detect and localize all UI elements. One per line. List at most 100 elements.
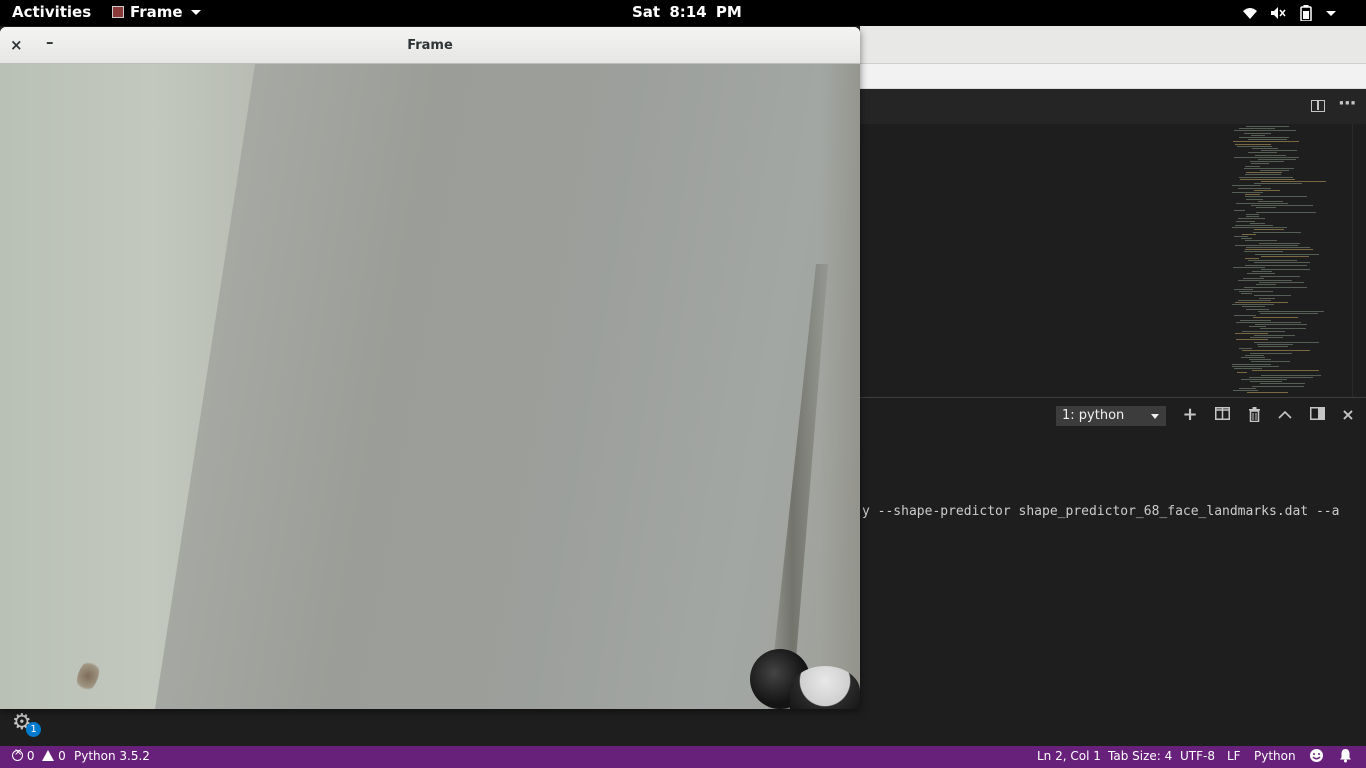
system-tray[interactable] [1242,5,1336,21]
minimap-line [1232,192,1263,193]
terminal-panel[interactable] [860,397,1366,746]
minimap-line [1247,392,1288,394]
minimap-line [1255,154,1286,156]
minimap-line [1255,253,1319,255]
minimap-line [1232,304,1274,306]
minimap-line [1260,313,1318,314]
python-interpreter[interactable]: Python 3.5.2 [74,749,150,763]
minimap-line [1236,321,1301,323]
minimap-line [1239,137,1289,138]
minimap-line [1241,238,1252,240]
minimap-line [1246,214,1259,215]
minimap-line [1232,185,1261,187]
minimap-line [1255,324,1307,325]
minimap-line [1249,326,1266,328]
notification-badge: 1 [26,722,41,737]
app-menu[interactable]: Frame [112,3,201,21]
minimap-line [1261,255,1309,257]
split-terminal-button[interactable] [1214,407,1230,423]
minimap-line [1244,132,1271,134]
minimap-line [1259,297,1275,299]
problems-indicator[interactable]: 0 0 [12,747,66,763]
camera-fan-cap [790,666,860,709]
minimap-line [1234,288,1253,290]
terminal-select-label: 1: python [1062,408,1125,423]
frame-window[interactable]: × – Frame [0,27,860,709]
minimap-line [1234,368,1262,369]
vscode-titlebar [860,26,1366,64]
warning-icon [42,750,55,761]
minimap-line [1241,379,1287,380]
volume-muted-icon [1271,7,1286,19]
minimap-line [1236,203,1288,204]
cursor-position[interactable]: Ln 2, Col 1 [1037,749,1101,763]
minimap-line [1246,126,1289,127]
minimap-line [1249,376,1313,378]
minimap-line [1234,315,1256,317]
editor-scrollbar[interactable] [1352,124,1366,397]
new-terminal-button[interactable]: + [1182,406,1198,424]
minimap-line [1261,150,1297,152]
more-actions-icon[interactable]: ··· [1338,93,1356,114]
activities-button[interactable]: Activities [12,3,91,21]
line-ending[interactable]: LF [1227,749,1241,763]
clock[interactable]: Sat 8:14 PM [632,3,742,21]
minimap-line [1236,339,1268,341]
minimap-line [1256,284,1276,286]
frame-window-title: Frame [407,38,453,53]
minimap-line [1240,319,1271,321]
minimap-line [1250,381,1282,383]
bell-icon[interactable] [1339,748,1352,766]
minimap-line [1254,189,1280,191]
terminal-select[interactable]: 1: python [1056,406,1166,426]
minimap-line [1234,130,1296,132]
minimap-line [1250,337,1283,339]
close-panel-button[interactable]: × [1340,407,1356,423]
smiley-icon[interactable] [1309,748,1324,766]
camera-feed [0,64,860,709]
minimap-line [1245,249,1313,251]
minimap-line [1260,170,1289,171]
minimap-line [1239,176,1293,178]
minimap-line [1245,194,1260,196]
split-editor-icon[interactable] [1311,100,1325,112]
minimap-line [1245,165,1260,167]
minimap-line [1234,236,1248,237]
minimap-line [1261,374,1321,376]
minimap-line [1248,260,1297,262]
minimap-line [1251,205,1313,207]
vscode-menubar [860,64,1366,89]
language-mode[interactable]: Python [1254,749,1296,763]
minimap-line [1238,280,1292,281]
gnome-top-bar: Activities Frame Sat 8:14 PM [0,0,1366,26]
chevron-down-icon [1326,10,1336,16]
minimap-line [1234,209,1245,211]
minimap-line [1235,244,1298,246]
error-count: 0 [26,749,35,763]
minimap-line [1248,139,1287,141]
minimap-line [1245,196,1307,198]
minimap-line [1232,365,1279,367]
minimap-line [1250,161,1284,163]
minimap-line [1254,335,1295,336]
minimap-line [1246,247,1310,248]
warning-count: 0 [58,749,66,763]
toggle-panel-icon[interactable] [1309,407,1325,423]
trash-icon[interactable] [1246,407,1262,423]
minimap-line [1250,352,1292,354]
minimap-line [1237,145,1272,147]
minimap-line [1254,341,1319,343]
maximize-panel-button[interactable] [1277,407,1293,423]
minimap-line [1251,134,1265,136]
tab-size[interactable]: Tab Size: 4 [1108,749,1172,763]
encoding[interactable]: UTF-8 [1180,749,1215,763]
frame-window-titlebar[interactable]: × – Frame [0,27,860,64]
minimap-line [1236,220,1255,222]
minimap-line [1246,308,1269,310]
minimap[interactable] [1228,124,1352,397]
minimap-line [1249,359,1271,361]
minimap-line [1252,271,1272,273]
minimap-line [1252,370,1319,372]
minimap-line [1244,251,1283,253]
minimap-line [1239,387,1256,389]
